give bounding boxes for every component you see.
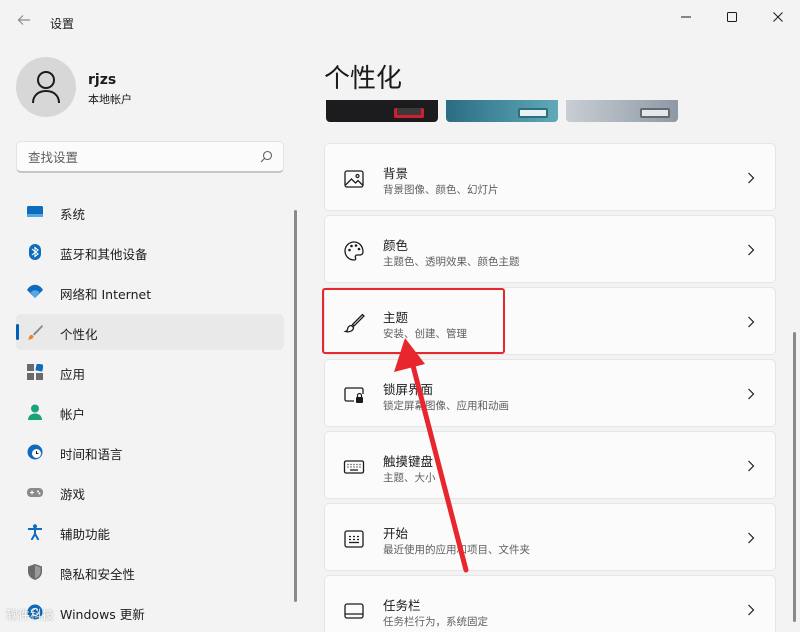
chevron-right-icon bbox=[748, 388, 755, 400]
main-scrollbar[interactable] bbox=[793, 332, 796, 622]
search-box[interactable] bbox=[16, 141, 284, 173]
back-arrow-icon bbox=[17, 15, 30, 25]
sidebar-item-label: 帐户 bbox=[60, 407, 86, 422]
card-taskbar[interactable]: 任务栏 任务栏行为，系统固定 bbox=[324, 575, 776, 632]
image-icon bbox=[344, 170, 364, 188]
sidebar-item-personalization[interactable]: 个性化 bbox=[16, 314, 284, 350]
sidebar-item-apps[interactable]: 应用 bbox=[16, 354, 284, 390]
sidebar-item-label: Windows 更新 bbox=[60, 607, 145, 622]
page-title: 个性化 bbox=[324, 64, 403, 94]
card-title: 颜色 bbox=[383, 238, 409, 253]
sidebar-item-label: 时间和语言 bbox=[60, 447, 123, 462]
back-button[interactable] bbox=[14, 12, 34, 32]
title-bar: 设置 bbox=[0, 0, 800, 44]
wifi-icon bbox=[27, 284, 43, 298]
sidebar-item-label: 网络和 Internet bbox=[60, 287, 152, 302]
theme-window-preview bbox=[518, 108, 548, 118]
card-subtitle: 锁定屏幕图像、应用和动画 bbox=[383, 400, 509, 412]
chevron-right-icon bbox=[748, 532, 755, 544]
chevron-right-icon bbox=[748, 172, 755, 184]
sidebar-item-windows-update[interactable]: Windows 更新 bbox=[16, 594, 284, 630]
maximize-icon bbox=[727, 12, 737, 22]
account-type: 本地帐户 bbox=[88, 93, 132, 106]
card-subtitle: 主题、大小 bbox=[383, 472, 436, 484]
sidebar-item-label: 系统 bbox=[60, 207, 86, 222]
close-button[interactable] bbox=[756, 6, 800, 28]
card-colors[interactable]: 颜色 主题色、透明效果、颜色主题 bbox=[324, 215, 776, 283]
active-indicator bbox=[16, 324, 19, 340]
card-subtitle: 最近使用的应用和项目、文件夹 bbox=[383, 544, 530, 556]
chevron-right-icon bbox=[748, 316, 755, 328]
gamepad-icon bbox=[27, 488, 43, 497]
sidebar-item-accessibility[interactable]: 辅助功能 bbox=[16, 514, 284, 550]
search-input[interactable] bbox=[28, 147, 248, 167]
theme-thumbnail[interactable] bbox=[566, 100, 678, 122]
sidebar-scrollbar[interactable] bbox=[294, 210, 297, 602]
minimize-button[interactable] bbox=[664, 6, 708, 28]
app-title: 设置 bbox=[50, 17, 75, 31]
apps-icon bbox=[27, 364, 43, 380]
sidebar-item-label: 游戏 bbox=[60, 487, 86, 502]
sidebar-item-bluetooth[interactable]: 蓝牙和其他设备 bbox=[16, 234, 284, 270]
card-title: 锁屏界面 bbox=[383, 382, 434, 397]
brush-icon bbox=[27, 325, 43, 340]
sidebar-nav: 系统 蓝牙和其他设备 网络和 Internet 个性化 应用 帐户 时间和语言 … bbox=[16, 194, 284, 632]
card-title: 背景 bbox=[383, 166, 409, 181]
theme-window-preview bbox=[394, 108, 424, 118]
theme-preview-strip bbox=[324, 100, 684, 122]
sidebar-item-label: 辅助功能 bbox=[60, 527, 111, 542]
chevron-right-icon bbox=[748, 244, 755, 256]
close-icon bbox=[773, 12, 783, 22]
sidebar-item-label: 应用 bbox=[60, 367, 86, 382]
sidebar-item-network[interactable]: 网络和 Internet bbox=[16, 274, 284, 310]
card-subtitle: 任务栏行为，系统固定 bbox=[383, 616, 488, 628]
watermark: 软件科技 bbox=[6, 608, 55, 622]
card-title: 任务栏 bbox=[383, 598, 421, 613]
person-icon bbox=[32, 71, 60, 104]
system-display-icon bbox=[27, 206, 43, 217]
settings-card-list: 背景 背景图像、颜色、幻灯片 颜色 主题色、透明效果、颜色主题 主题 安装、创建… bbox=[324, 143, 776, 632]
card-touch-keyboard[interactable]: 触摸键盘 主题、大小 bbox=[324, 431, 776, 499]
shield-icon bbox=[28, 564, 42, 580]
account-icon bbox=[28, 404, 42, 420]
sidebar-item-time-language[interactable]: 时间和语言 bbox=[16, 434, 284, 470]
card-lock-screen[interactable]: 锁屏界面 锁定屏幕图像、应用和动画 bbox=[324, 359, 776, 427]
palette-icon bbox=[344, 241, 364, 261]
card-title: 触摸键盘 bbox=[383, 454, 434, 469]
card-background[interactable]: 背景 背景图像、颜色、幻灯片 bbox=[324, 143, 776, 211]
card-subtitle: 背景图像、颜色、幻灯片 bbox=[383, 184, 499, 196]
taskbar-icon bbox=[344, 603, 364, 619]
search-icon[interactable] bbox=[260, 150, 273, 163]
sidebar-item-gaming[interactable]: 游戏 bbox=[16, 474, 284, 510]
card-start[interactable]: 开始 最近使用的应用和项目、文件夹 bbox=[324, 503, 776, 571]
avatar[interactable] bbox=[16, 57, 76, 117]
card-title: 开始 bbox=[383, 526, 409, 541]
theme-thumbnail[interactable] bbox=[326, 100, 438, 122]
sidebar-item-label: 蓝牙和其他设备 bbox=[60, 247, 148, 262]
chevron-right-icon bbox=[748, 604, 755, 616]
keyboard-icon bbox=[343, 460, 365, 474]
start-menu-icon bbox=[344, 530, 364, 548]
annotation-highlight-box bbox=[322, 288, 505, 354]
sidebar-item-label: 隐私和安全性 bbox=[60, 567, 136, 582]
maximize-button[interactable] bbox=[710, 6, 754, 28]
sidebar-item-privacy[interactable]: 隐私和安全性 bbox=[16, 554, 284, 590]
card-subtitle: 主题色、透明效果、颜色主题 bbox=[383, 256, 520, 268]
lock-screen-icon bbox=[344, 387, 364, 403]
theme-thumbnail[interactable] bbox=[446, 100, 558, 122]
sidebar-item-system[interactable]: 系统 bbox=[16, 194, 284, 230]
sidebar-item-label: 个性化 bbox=[60, 327, 98, 342]
minimize-icon bbox=[681, 16, 691, 18]
globe-clock-icon bbox=[27, 444, 43, 460]
sidebar-item-accounts[interactable]: 帐户 bbox=[16, 394, 284, 430]
bluetooth-icon bbox=[29, 244, 41, 260]
accessibility-icon bbox=[28, 524, 42, 540]
chevron-right-icon bbox=[748, 460, 755, 472]
user-name: rjzs bbox=[88, 72, 117, 88]
theme-window-preview bbox=[640, 108, 670, 118]
